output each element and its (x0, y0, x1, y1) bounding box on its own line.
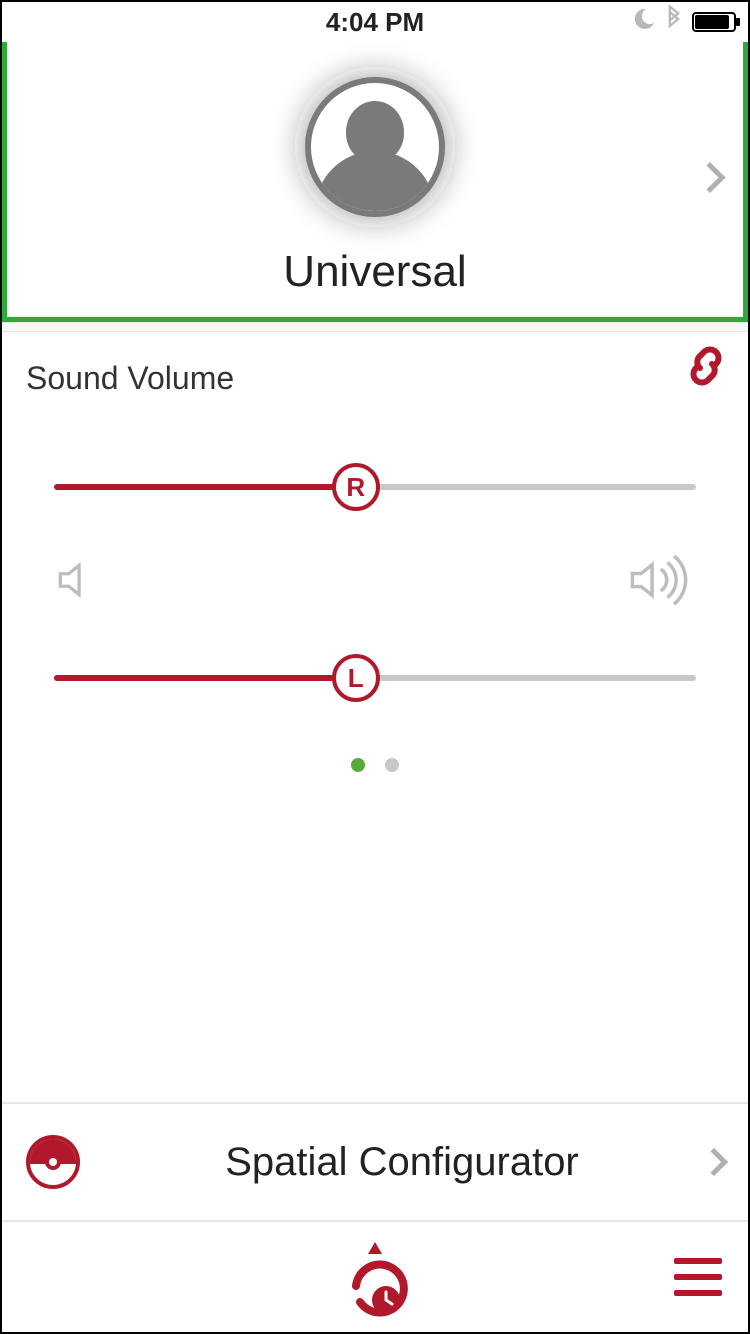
slider-right-label: R (346, 472, 365, 503)
profile-chevron-icon[interactable] (699, 166, 721, 193)
hamburger-menu-icon[interactable] (674, 1258, 722, 1296)
link-channels-icon[interactable] (682, 342, 730, 395)
bluetooth-icon (664, 5, 684, 40)
slider-left-label: L (348, 663, 364, 694)
sound-volume-title: Sound Volume (26, 360, 724, 397)
section-divider (2, 322, 748, 332)
slider-left-track[interactable]: L (54, 675, 696, 681)
spatial-configurator-row[interactable]: Spatial Configurator (2, 1102, 748, 1222)
app-screen: 4:04 PM Universal Sound Volume (0, 0, 750, 1334)
slider-right[interactable]: R (46, 447, 704, 527)
status-time: 4:04 PM (326, 7, 424, 38)
page-indicator[interactable] (26, 718, 724, 807)
battery-icon (692, 12, 736, 32)
slider-left-fill (54, 675, 356, 681)
status-bar: 4:04 PM (2, 2, 748, 42)
sliders-area: R L (26, 397, 724, 718)
slider-right-fill (54, 484, 356, 490)
volume-icons-row (46, 527, 704, 638)
slider-left-thumb[interactable]: L (332, 654, 380, 702)
status-right-cluster (632, 2, 736, 42)
bottom-bar (2, 1222, 748, 1332)
moon-icon (632, 7, 656, 38)
profile-header[interactable]: Universal (2, 42, 748, 322)
spatial-configurator-label: Spatial Configurator (100, 1140, 704, 1185)
avatar-placeholder-icon (305, 77, 445, 217)
speaker-mute-icon[interactable] (52, 555, 102, 610)
page-dot-2[interactable] (385, 758, 399, 772)
spatial-chevron-icon (700, 1148, 728, 1176)
page-dot-1[interactable] (351, 758, 365, 772)
speaker-loud-icon[interactable] (628, 552, 698, 613)
slider-right-thumb[interactable]: R (332, 463, 380, 511)
recent-timer-icon[interactable] (340, 1242, 410, 1312)
spatial-icon (26, 1135, 80, 1189)
profile-name: Universal (7, 247, 743, 297)
slider-right-track[interactable]: R (54, 484, 696, 490)
avatar (295, 67, 455, 227)
slider-left[interactable]: L (46, 638, 704, 718)
sound-volume-section: Sound Volume R (2, 332, 748, 1102)
